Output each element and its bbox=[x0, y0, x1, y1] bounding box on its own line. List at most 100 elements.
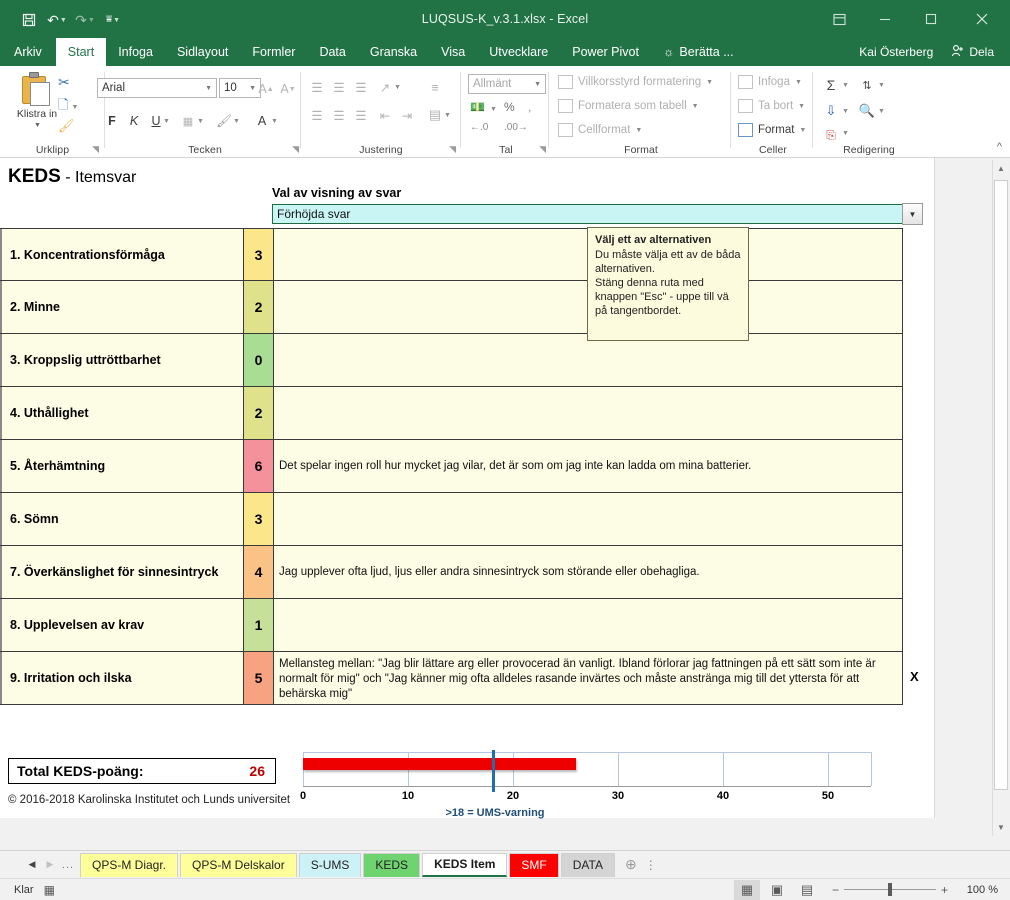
minimize-icon[interactable] bbox=[862, 0, 908, 38]
copy-button[interactable]: 🗋 ▼ bbox=[58, 96, 78, 118]
chevron-down-icon[interactable]: ▼ bbox=[201, 85, 212, 92]
increase-font-size-icon[interactable]: A ▲ bbox=[255, 78, 277, 100]
table-row[interactable]: 7. Överkänslighet för sinnesintryck 4 Ja… bbox=[0, 546, 903, 599]
alignment-dialog-launcher[interactable]: ◥ bbox=[449, 144, 456, 155]
align-right-icon[interactable]: ☰ bbox=[350, 104, 372, 126]
clear-chevron-down-icon[interactable]: ▼ bbox=[842, 130, 849, 137]
bold-button[interactable]: F bbox=[101, 110, 123, 132]
clipboard-dialog-launcher[interactable]: ◥ bbox=[92, 144, 99, 155]
font-color-chevron-down-icon[interactable]: ▼ bbox=[271, 118, 278, 125]
sheet-tab-smf[interactable]: SMF bbox=[509, 852, 559, 877]
font-name-combo[interactable]: Arial ▼ bbox=[97, 78, 217, 98]
merge-chevron-down-icon[interactable]: ▼ bbox=[444, 112, 451, 119]
fill-chevron-down-icon[interactable]: ▼ bbox=[233, 118, 240, 125]
table-row[interactable]: 4. Uthållighet 2 bbox=[0, 387, 903, 440]
share-button[interactable]: Dela bbox=[943, 41, 1004, 63]
underline-chevron-down-icon[interactable]: ▼ bbox=[163, 118, 170, 125]
ribbon-tab-infoga[interactable]: Infoga bbox=[106, 38, 165, 66]
autosum-icon[interactable]: Σ bbox=[820, 74, 842, 96]
ribbon-tab-granska[interactable]: Granska bbox=[358, 38, 429, 66]
ribbon-tab-data[interactable]: Data bbox=[307, 38, 357, 66]
vertical-scrollbar[interactable]: ▲ ▼ bbox=[992, 160, 1009, 836]
zoom-slider[interactable]: − + bbox=[832, 883, 948, 897]
view-page-break-icon[interactable]: ▤ bbox=[794, 880, 820, 900]
ribbon-tab-utvecklare[interactable]: Utvecklare bbox=[477, 38, 560, 66]
accessibility-icon[interactable]: ▦ bbox=[44, 883, 55, 897]
maximize-icon[interactable] bbox=[908, 0, 954, 38]
view-normal-icon[interactable]: ▦ bbox=[733, 879, 760, 900]
sheet-tab-s-ums[interactable]: S-UMS bbox=[298, 852, 362, 877]
table-row[interactable]: 3. Kroppslig uttröttbarhet 0 bbox=[0, 334, 903, 387]
decrease-decimal-icon[interactable]: .00→ bbox=[504, 122, 528, 133]
align-top-icon[interactable]: ☰ bbox=[306, 76, 328, 98]
table-row[interactable]: 5. Återhämtning 6 Det spelar ingen roll … bbox=[0, 440, 903, 493]
italic-button[interactable]: K bbox=[123, 110, 145, 132]
find-select-icon[interactable]: 🔍 bbox=[856, 100, 878, 122]
ribbon-tab-power-pivot[interactable]: Power Pivot bbox=[560, 38, 651, 66]
ribbon-tab-visa[interactable]: Visa bbox=[429, 38, 477, 66]
find-chevron-down-icon[interactable]: ▼ bbox=[878, 108, 885, 115]
view-page-layout-icon[interactable]: ▣ bbox=[764, 880, 790, 900]
cut-button[interactable]: ✂ bbox=[58, 74, 70, 91]
increase-indent-icon[interactable]: ⇥ bbox=[396, 104, 418, 126]
paste-button[interactable]: Klistra in ▼ bbox=[10, 72, 64, 144]
vertical-scroll-thumb[interactable] bbox=[994, 180, 1008, 790]
ribbon-tab-start[interactable]: Start bbox=[55, 38, 107, 66]
borders-icon[interactable]: ▦ bbox=[177, 110, 199, 132]
collapse-ribbon-icon[interactable]: ^ bbox=[997, 141, 1002, 153]
percent-format-icon[interactable]: % bbox=[504, 100, 515, 114]
paste-chevron-down-icon[interactable]: ▼ bbox=[34, 120, 41, 132]
ribbon-tab-tell-me[interactable]: ☼ Berätta ... bbox=[651, 38, 746, 66]
increase-decimal-icon[interactable]: ←.0 bbox=[470, 122, 488, 133]
zoom-level[interactable]: 100 % bbox=[960, 884, 998, 896]
ribbon-tab-formler[interactable]: Formler bbox=[240, 38, 307, 66]
add-sheet-icon[interactable]: ⊕ bbox=[625, 856, 637, 873]
close-icon[interactable] bbox=[954, 0, 1010, 38]
ribbon-display-options-icon[interactable] bbox=[816, 0, 862, 38]
zoom-out-button[interactable]: − bbox=[832, 883, 839, 897]
font-dialog-launcher[interactable]: ◥ bbox=[292, 144, 299, 155]
answer-display-dropdown[interactable]: Förhöjda svar bbox=[272, 204, 904, 224]
ribbon-tab-arkiv[interactable]: Arkiv bbox=[0, 38, 56, 66]
decrease-indent-icon[interactable]: ⇤ bbox=[374, 104, 396, 126]
autosum-chevron-down-icon[interactable]: ▼ bbox=[842, 82, 849, 89]
decrease-font-size-icon[interactable]: A ▼ bbox=[277, 78, 299, 100]
format-painter-button[interactable]: 🖌 bbox=[58, 118, 75, 134]
borders-chevron-down-icon[interactable]: ▼ bbox=[197, 118, 204, 125]
insert-cells-button[interactable]: Infoga ▼ bbox=[738, 75, 802, 89]
dropdown-chevron-down-icon[interactable]: ▼ bbox=[902, 203, 923, 225]
wrap-text-icon[interactable]: ≡ bbox=[424, 76, 446, 98]
table-row[interactable]: 2. Minne 2 bbox=[0, 281, 903, 334]
chevron-down-icon[interactable]: ▼ bbox=[530, 81, 541, 88]
align-middle-icon[interactable]: ☰ bbox=[328, 76, 350, 98]
currency-format-icon[interactable]: 💵 bbox=[470, 100, 485, 114]
fill-chevron-down-icon[interactable]: ▼ bbox=[842, 108, 849, 115]
fill-down-icon[interactable]: ⇩ bbox=[820, 100, 842, 122]
sheet-tab-keds[interactable]: KEDS bbox=[363, 852, 421, 877]
comma-format-icon[interactable]: , bbox=[528, 100, 531, 114]
orientation-chevron-down-icon[interactable]: ▼ bbox=[394, 84, 401, 91]
zoom-thumb[interactable] bbox=[887, 883, 892, 896]
format-cells-button[interactable]: Format ▼ bbox=[738, 123, 806, 137]
table-row[interactable]: 8. Upplevelsen av krav 1 bbox=[0, 599, 903, 652]
scroll-down-icon[interactable]: ▼ bbox=[993, 819, 1009, 836]
sheet-prev-icon[interactable]: ◀ bbox=[24, 859, 40, 870]
table-row[interactable]: 1. Koncentrationsförmåga 3 bbox=[0, 228, 903, 281]
account-name[interactable]: Kai Österberg bbox=[849, 45, 943, 59]
sort-filter-icon[interactable]: ⇅ bbox=[856, 74, 878, 96]
scroll-up-icon[interactable]: ▲ bbox=[993, 160, 1009, 177]
delete-cells-button[interactable]: Ta bort ▼ bbox=[738, 99, 805, 113]
number-dialog-launcher[interactable]: ◥ bbox=[539, 144, 546, 155]
ribbon-tab-sidlayout[interactable]: Sidlayout bbox=[165, 38, 240, 66]
tab-split-handle[interactable]: ⋮ bbox=[645, 858, 657, 872]
fill-color-icon[interactable]: 🖌 bbox=[213, 110, 235, 132]
zoom-track[interactable] bbox=[843, 883, 936, 896]
align-bottom-icon[interactable]: ☰ bbox=[350, 76, 372, 98]
cell-styles-button[interactable]: Cellformat ▼ bbox=[558, 123, 642, 137]
number-format-combo[interactable]: Allmänt ▼ bbox=[468, 74, 546, 94]
sort-chevron-down-icon[interactable]: ▼ bbox=[878, 82, 885, 89]
align-center-icon[interactable]: ☰ bbox=[328, 104, 350, 126]
zoom-in-button[interactable]: + bbox=[941, 883, 948, 897]
clear-icon[interactable]: ⎘ bbox=[820, 124, 842, 146]
sheet-next-icon[interactable]: ▶ bbox=[42, 859, 58, 870]
